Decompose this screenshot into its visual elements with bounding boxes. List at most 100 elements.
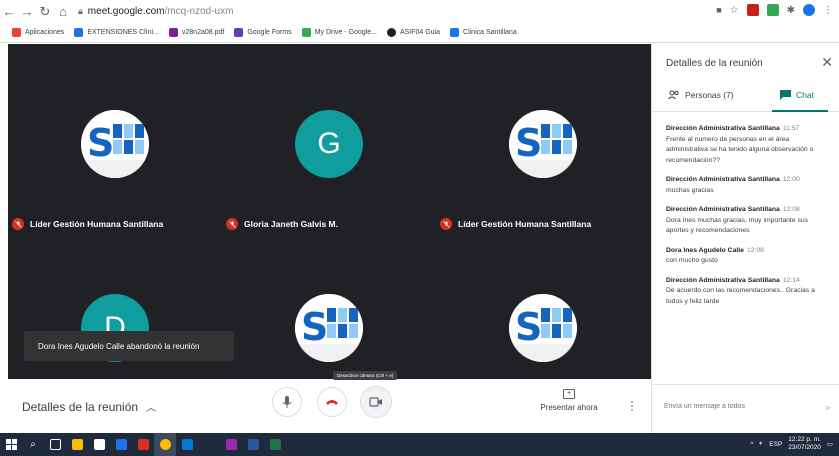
participant-tile[interactable]: S [222,234,436,379]
volume-icon[interactable]: 🔈︎ [759,440,763,448]
bookmark-favicon [74,28,84,37]
svg-text:S: S [301,305,328,349]
clinic-logo-icon: S [81,110,149,178]
lock-icon: 🔒︎ [78,6,83,16]
clinic-logo-avatar: S [295,294,363,362]
bookmark-favicon [234,28,244,37]
outlook-icon[interactable] [176,433,198,456]
acrobat-icon[interactable] [132,433,154,456]
chat-compose: ➤ [652,384,839,433]
bookmark-item[interactable]: Clinica Santillana [450,28,517,37]
extension-icon[interactable] [746,4,759,16]
clinic-logo-avatar: S [81,110,149,178]
browser-actions: ■ ☆ ✱ ⋮ [716,4,833,16]
notifications-icon[interactable]: ▭ [827,440,833,448]
word-icon[interactable] [242,433,264,456]
letter-avatar: G [295,110,363,178]
more-options-icon[interactable]: · · · [630,395,634,415]
clinic-logo-avatar: S [509,110,577,178]
chat-input[interactable] [664,403,814,410]
microphone-icon [282,396,292,408]
windows-start-icon[interactable] [0,433,22,456]
clinic-logo-icon: S [509,110,577,178]
puzzle-icon[interactable]: ✱ [787,5,795,16]
camera-tooltip: Desactivar cámara (Ctrl + e) [333,371,398,380]
system-tray: ^ 🔈︎ ESP 12:22 p. m. 23/07/2020 ▭ [750,436,833,452]
bookmark-item[interactable]: My Drive - Google... [301,28,377,37]
message-time: 12:00 [782,176,800,183]
chat-messages: Dirección Administrativa Santillana 11:57… [666,124,830,316]
chevron-up-icon[interactable]: ^ [750,441,753,448]
mail-icon[interactable] [110,433,132,456]
profile-icon[interactable] [803,4,815,16]
send-icon[interactable]: ➤ [824,403,832,414]
panel-title: Detalles de la reunión [666,58,763,69]
apps-grid-icon [12,28,21,37]
present-now-button[interactable]: + Presentar ahora [534,389,604,412]
message-sender: Dora Ines Agudelo Calle [666,246,744,254]
participant-tile[interactable]: S Líder Gestión Humana Santillana [8,44,222,230]
participant-tile[interactable]: S Líder Gestión Humana Santillana [436,44,650,230]
bookmark-item[interactable]: Aplicaciones [12,28,64,37]
close-icon[interactable]: ✕ [821,54,833,71]
star-icon[interactable]: ☆ [730,5,739,16]
hang-up-icon [326,400,338,405]
clinic-logo-avatar: S [509,294,577,362]
chat-message: Dirección Administrativa Santillana 12:14… [666,276,830,308]
reload-icon[interactable]: ↻ [36,3,54,21]
tab-chat[interactable]: Chat [780,90,814,100]
tab-people[interactable]: Personas (7) [668,90,734,100]
mic-off-icon [226,218,238,230]
camera-status-icon[interactable]: ■ [716,5,721,15]
participant-name: Líder Gestión Humana Santillana [12,218,163,230]
participant-tile[interactable]: G Gloria Janeth Galvis M. [222,44,436,230]
bookmark-item[interactable]: v28n2a08.pdf [168,28,224,37]
message-text: De acuerdo con las recomendaciones.. Gra… [666,287,815,305]
forward-icon[interactable]: → [18,3,36,21]
message-text: con mucho gusto [666,257,718,264]
bookmark-item[interactable]: EXTENSIONES Clíni... [74,28,159,37]
participant-left-toast: Dora Ines Agudelo Calle abandonó la reun… [24,331,234,361]
message-time: 12:08 [782,206,800,213]
input-language[interactable]: ESP [769,441,782,448]
svg-text:S: S [87,121,114,165]
taskbar-app-icon[interactable] [198,433,220,456]
microphone-button[interactable] [272,387,302,417]
chrome-icon[interactable] [154,433,176,456]
extension-icon[interactable] [766,4,779,16]
bookmark-favicon [450,28,460,37]
meeting-details-button[interactable]: Detalles de la reunión ︿ [22,399,156,415]
message-time: 12:08 [746,246,764,254]
active-tab-indicator [772,110,828,112]
message-text: muchas gracias [666,186,714,194]
leave-call-button[interactable] [317,387,347,417]
clinic-logo-icon: S [295,294,363,362]
taskbar-app-icon[interactable] [66,433,88,456]
message-sender: Dirección Administrativa Santillana [666,276,780,284]
home-icon[interactable]: ⌂ [54,3,72,21]
chat-icon [780,90,791,100]
task-view-icon[interactable] [44,433,66,456]
participant-tile[interactable]: S [436,234,650,379]
search-icon[interactable]: ⌕ [22,433,44,456]
panel-tabs: Personas (7) Chat [652,88,839,112]
video-camera-icon [369,397,382,407]
menu-icon[interactable]: ⋮ [823,5,833,16]
bookmark-item[interactable]: ASIF04 Guia [386,28,440,37]
teams-icon[interactable] [220,433,242,456]
back-icon[interactable]: ← [0,3,18,21]
system-clock[interactable]: 12:22 p. m. 23/07/2020 [788,436,821,452]
bookmark-item[interactable]: Google Forms [234,28,292,37]
mic-off-icon [12,218,24,230]
message-text: Frente al numero de personas en el área … [666,135,814,164]
url-host: meet.google.com [87,6,165,17]
store-icon[interactable] [88,433,110,456]
mic-off-icon [440,218,452,230]
bookmark-favicon [168,28,178,37]
message-sender: Dirección Administrativa Santillana [666,176,780,183]
url-field[interactable]: 🔒︎ meet.google.com/mcq-nzod-uxm [78,6,233,17]
excel-icon[interactable] [264,433,286,456]
camera-button[interactable] [360,386,392,418]
chat-message: Dirección Administrativa Santillana 12:08… [666,205,830,237]
participant-name: Gloria Janeth Galvis M. [226,218,338,230]
